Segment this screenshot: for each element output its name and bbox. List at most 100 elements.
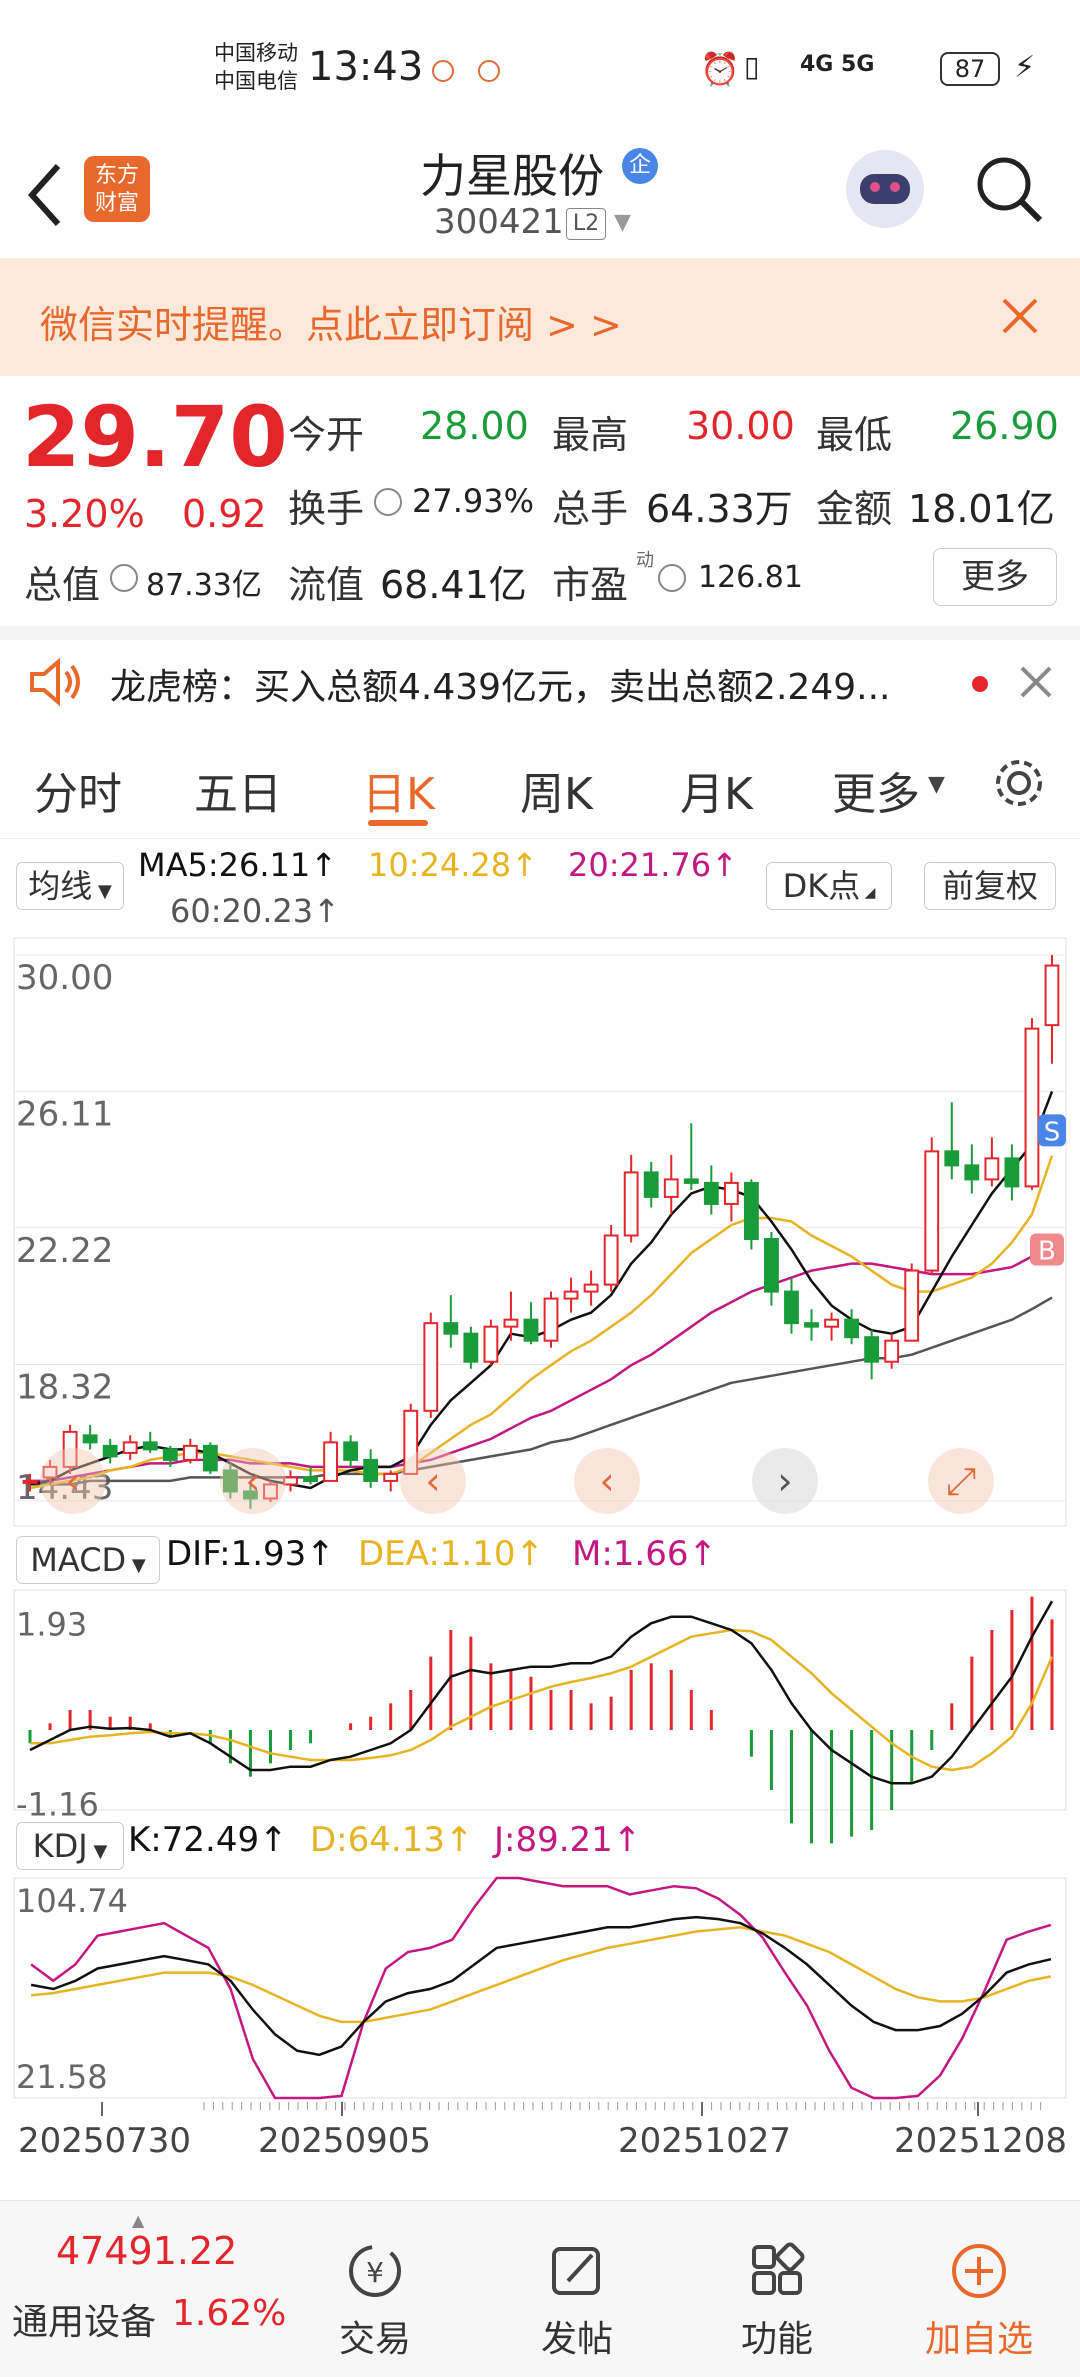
- mktcap-label: 总值: [24, 563, 101, 607]
- functions-button[interactable]: 功能: [712, 2241, 842, 2362]
- candle-body: [743, 1181, 759, 1241]
- ma20-value: 20:21.76↑: [568, 846, 738, 884]
- logo-text-1: 东方: [94, 163, 139, 188]
- info-icon[interactable]: [374, 488, 402, 516]
- gear-icon[interactable]: [990, 754, 1048, 812]
- macd-m: M:1.66↑: [572, 1534, 717, 1574]
- price-tick-label: 18.32: [16, 1368, 113, 1408]
- pe-superscript: 动: [636, 550, 654, 571]
- candle-body: [723, 1181, 739, 1205]
- adjust-button[interactable]: 前复权: [924, 862, 1056, 910]
- price-tick-label: 26.11: [16, 1094, 113, 1134]
- stock-code: 300421: [434, 202, 564, 242]
- app-logo[interactable]: 东方 财富: [84, 156, 150, 222]
- k-line: [30, 1915, 1052, 2057]
- chevron-down-icon[interactable]: ▼: [928, 772, 945, 797]
- notice-text[interactable]: 龙虎榜：买入总额4.439亿元，卖出总额2.249...: [110, 658, 890, 710]
- price-tick-label: 30.00: [16, 958, 113, 998]
- candle-body: [543, 1297, 559, 1342]
- index-name[interactable]: 通用设备: [12, 2293, 156, 2345]
- vibrate-icon: ▯: [744, 50, 760, 83]
- banner-text[interactable]: 微信实时提醒。点此立即订阅 > >: [40, 294, 622, 349]
- tab-weekly-k[interactable]: 周K: [520, 758, 593, 822]
- tab-monthly-k[interactable]: 月K: [680, 758, 753, 822]
- fullscreen-icon[interactable]: ⤢: [928, 1448, 994, 1514]
- candle-body: [443, 1322, 459, 1335]
- tab-five-day[interactable]: 五日: [194, 758, 282, 822]
- more-button[interactable]: 更多: [933, 548, 1057, 606]
- candle-body: [82, 1434, 98, 1444]
- kdj-j: J:89.21↑: [494, 1820, 642, 1860]
- b-marker-label: B: [1038, 1237, 1056, 1267]
- robot-assistant-icon[interactable]: [846, 150, 924, 228]
- candle-body: [463, 1332, 479, 1363]
- candle-body: [683, 1178, 699, 1184]
- tab-intraday[interactable]: 分时: [34, 758, 122, 822]
- kdj-d: D:64.13↑: [310, 1820, 474, 1860]
- info-icon[interactable]: [110, 564, 138, 592]
- float-value: 68.41亿: [380, 563, 527, 607]
- x-tick-label: 20250730: [18, 2121, 191, 2160]
- kdj-selector-label: KDJ: [32, 1827, 88, 1865]
- search-icon[interactable]: [974, 154, 1046, 226]
- info-icon[interactable]: [658, 564, 686, 592]
- candle-body: [603, 1234, 619, 1286]
- back-icon[interactable]: [22, 160, 66, 230]
- functions-label: 功能: [740, 2319, 813, 2360]
- candle-body: [1044, 964, 1060, 1027]
- prev-button[interactable]: ‹: [574, 1448, 640, 1514]
- index-value[interactable]: 47491.22: [56, 2229, 237, 2273]
- candle-body: [503, 1318, 519, 1328]
- post-button[interactable]: 发帖: [512, 2241, 642, 2362]
- macd-tick-label: -1.16: [16, 1785, 99, 1823]
- candle-body: [483, 1325, 499, 1363]
- tab-daily-k[interactable]: 日K: [362, 758, 435, 822]
- candle-body: [162, 1448, 178, 1461]
- dk-point-button[interactable]: DK点 ◢: [766, 862, 892, 910]
- network-label: 4G 5G: [800, 52, 875, 77]
- trade-button[interactable]: ¥ 交易: [310, 2241, 440, 2362]
- index-change[interactable]: 1.62%: [172, 2293, 286, 2334]
- open-value: 28.00: [420, 404, 529, 448]
- level-badge[interactable]: L2: [566, 208, 606, 240]
- next-button[interactable]: ›: [752, 1448, 818, 1514]
- mktcap-value: 87.33亿: [146, 568, 262, 603]
- ma-selector[interactable]: 均线 ▼: [16, 862, 124, 910]
- speaker-icon: [30, 657, 80, 707]
- dragon-tiger-notice[interactable]: 龙虎榜：买入总额4.439亿元，卖出总额2.249...: [0, 640, 1080, 728]
- amount-value: 18.01亿: [908, 487, 1055, 531]
- scroll-left-button[interactable]: ‹: [40, 1448, 106, 1514]
- open-label: 今开: [288, 413, 365, 457]
- ma-selector-label: 均线: [28, 867, 93, 905]
- zoom-out-button[interactable]: ‹: [400, 1448, 466, 1514]
- svg-text:¥: ¥: [366, 2256, 384, 2289]
- candle-body: [904, 1269, 920, 1342]
- x-tick-label: 20251027: [618, 2121, 791, 2160]
- chevron-up-icon[interactable]: ▲: [132, 2211, 144, 2230]
- candle-body: [1024, 1027, 1040, 1188]
- d-line: [30, 1926, 1052, 2024]
- notification-dot-icon: [432, 60, 454, 82]
- ma10-value: 10:24.28↑: [368, 846, 538, 884]
- amount-label: 金额: [816, 487, 893, 531]
- macd-selector[interactable]: MACD ▼: [16, 1536, 160, 1584]
- carrier-2: 中国电信: [214, 69, 298, 93]
- candle-body: [383, 1472, 399, 1482]
- chevron-down-icon[interactable]: ▼: [614, 210, 631, 235]
- kdj-tick-label: 104.74: [16, 1882, 128, 1920]
- tab-more[interactable]: 更多: [832, 758, 920, 822]
- ma10-line: [29, 1155, 1054, 1490]
- close-icon[interactable]: [1000, 296, 1040, 336]
- add-watchlist-button[interactable]: 加自选: [914, 2241, 1044, 2362]
- pe-value: 126.81: [698, 560, 803, 595]
- close-icon[interactable]: [1018, 664, 1054, 700]
- macd-dea: DEA:1.10↑: [358, 1534, 544, 1574]
- candle-body: [323, 1441, 339, 1482]
- macd-selector-label: MACD: [30, 1541, 127, 1579]
- status-bar: 中国移动 中国电信 13:43 ⏰ ▯ 4G 5G 87 ⚡: [0, 0, 1080, 140]
- macd-panel-frame: [13, 1589, 1067, 1811]
- wechat-subscribe-banner[interactable]: 微信实时提醒。点此立即订阅 > >: [0, 258, 1080, 376]
- candle-body: [363, 1458, 379, 1482]
- scroll-left-fast-button[interactable]: ‹: [220, 1448, 286, 1514]
- kdj-selector[interactable]: KDJ ▼: [16, 1822, 124, 1870]
